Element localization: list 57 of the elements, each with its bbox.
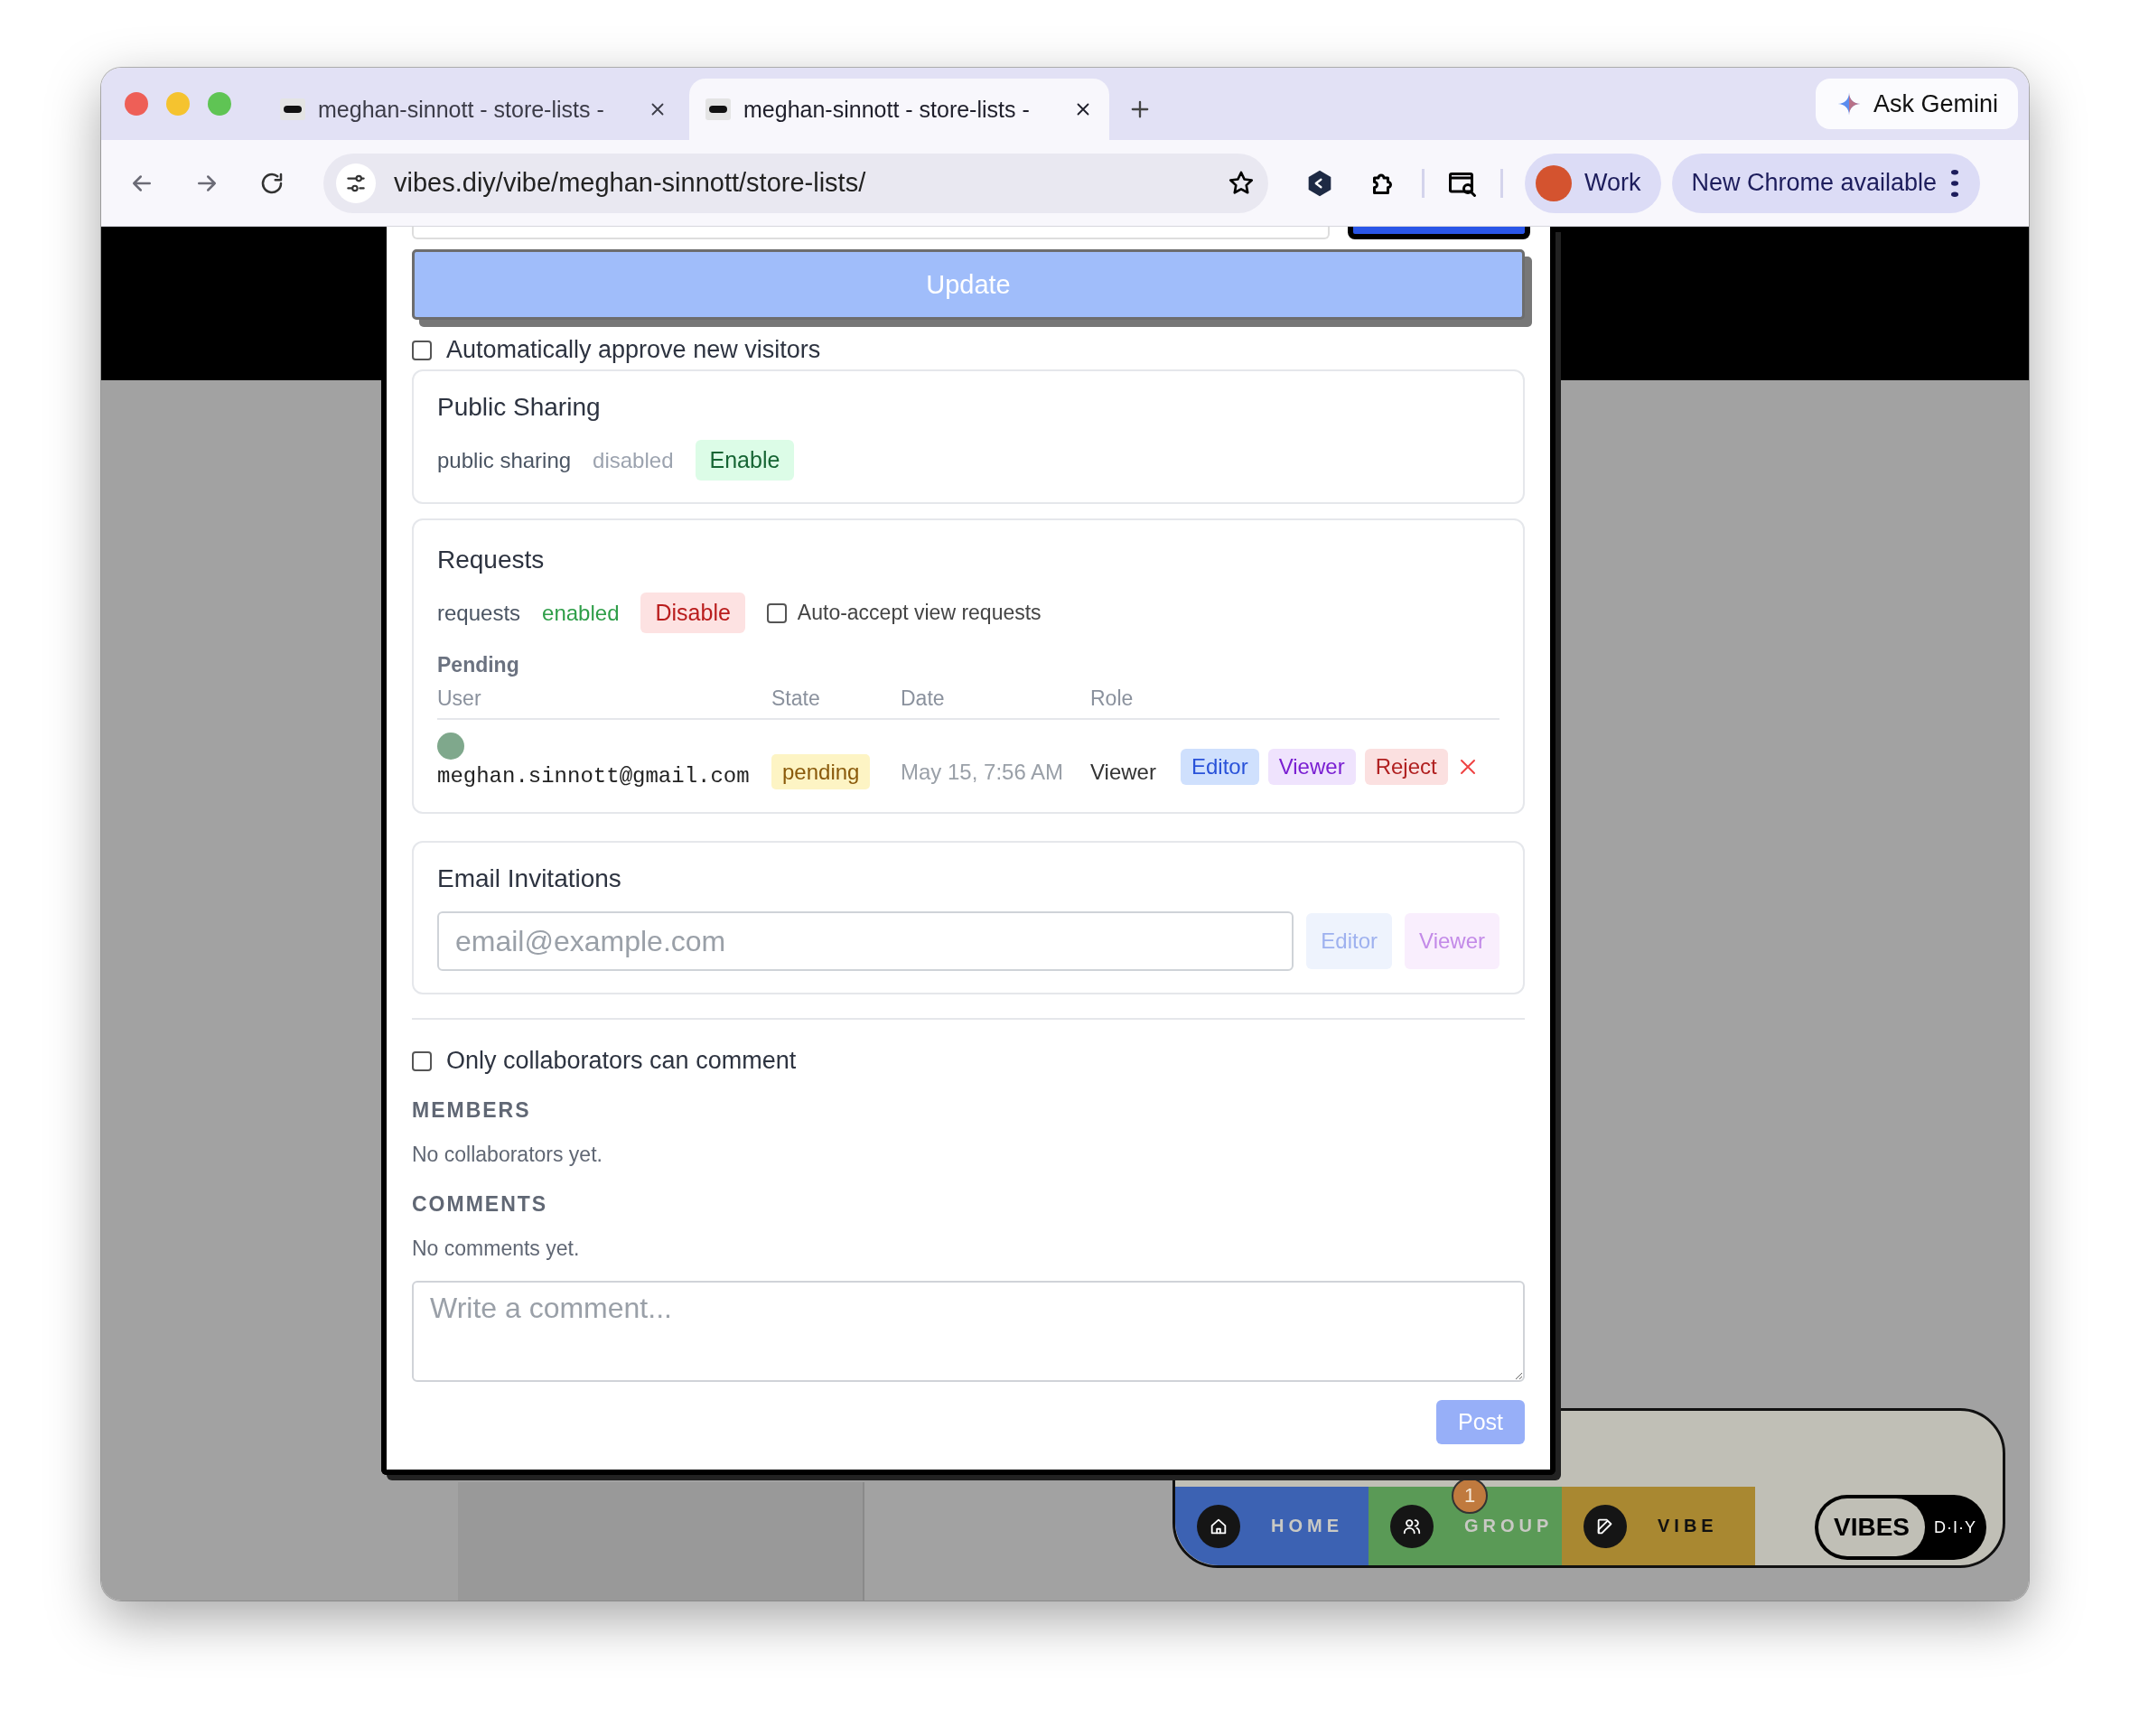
avatar-icon <box>1536 164 1572 201</box>
column-header: State <box>771 686 901 719</box>
home-icon <box>1197 1504 1240 1548</box>
checkbox-label: Auto-accept view requests <box>797 601 1042 625</box>
vibes-logo: VIBES D·I·Y <box>1815 1495 1986 1560</box>
browser-tab[interactable]: meghan-sinnott - store-lists - <box>264 79 684 140</box>
vibe-icon <box>1583 1504 1627 1548</box>
browser-tab[interactable]: meghan-sinnott - store-lists - <box>689 79 1109 140</box>
section-title: Email Invitations <box>437 864 622 893</box>
auto-approve-checkbox[interactable] <box>412 340 432 360</box>
enable-button[interactable]: Enable <box>695 440 795 481</box>
viewer-button[interactable]: Viewer <box>1267 749 1356 785</box>
setting-label: public sharing <box>437 447 572 473</box>
user-email: meghan.sinnott@gmail.com <box>437 764 750 789</box>
favicon-icon <box>705 98 731 120</box>
profile-button[interactable]: Work <box>1525 153 1661 213</box>
empty-message: No comments yet. <box>412 1237 581 1261</box>
group-icon <box>1390 1504 1434 1548</box>
checkbox-label: Only collaborators can comment <box>446 1047 797 1075</box>
column-header: User <box>437 686 771 719</box>
section-heading: MEMBERS <box>412 1098 532 1123</box>
nav-tab[interactable]: HOME <box>1175 1487 1369 1565</box>
reject-button[interactable]: Reject <box>1364 749 1448 785</box>
comment-input-field[interactable]: Write a comment... <box>412 1281 1525 1382</box>
empty-message: No collaborators yet. <box>412 1143 603 1167</box>
address-bar[interactable]: vibes.diy/vibe/meghan-sinnott/store-lists/ <box>323 153 1268 213</box>
disable-button[interactable]: Disable <box>640 593 745 633</box>
tab-title: meghan-sinnott - store-lists - <box>318 96 605 123</box>
editor-button[interactable]: Editor <box>1181 749 1259 785</box>
user-avatar-icon <box>437 733 464 760</box>
collaborators-only-checkbox[interactable] <box>412 1050 432 1071</box>
setting-label: requests <box>437 600 521 626</box>
table-cell: May 15, 7:56 AM <box>901 719 1090 789</box>
update-chrome-button[interactable]: New Chrome available <box>1671 153 1981 213</box>
email-input-field[interactable]: email@example.com <box>437 911 1294 971</box>
section-heading: COMMENTS <box>412 1192 549 1217</box>
subsection-title: Pending <box>437 653 520 677</box>
section-title: Requests <box>437 546 546 574</box>
more-icon[interactable] <box>1951 169 1959 197</box>
checkbox-label: Automatically approve new visitors <box>446 336 821 364</box>
state-badge: pending <box>771 754 871 789</box>
section-title: Public Sharing <box>437 393 602 422</box>
tab-title: meghan-sinnott - store-lists - <box>743 96 1031 123</box>
table-cell: Viewer <box>1090 719 1181 789</box>
close-window-button[interactable] <box>125 92 148 116</box>
ask-gemini-button[interactable]: Ask Gemini <box>1815 79 2018 129</box>
partial-input-field[interactable] <box>412 227 1330 239</box>
url-text: vibes.diy/vibe/meghan-sinnott/store-lists/ <box>394 168 867 198</box>
favicon-icon <box>280 98 305 120</box>
status-text: disabled <box>593 447 674 473</box>
nav-tab[interactable]: VIBE <box>1562 1487 1755 1565</box>
site-settings-icon[interactable] <box>336 163 376 203</box>
status-text: enabled <box>542 600 620 626</box>
auto-accept-checkbox[interactable] <box>766 602 787 623</box>
column-header: Role <box>1090 686 1181 719</box>
partial-button[interactable] <box>1348 227 1530 239</box>
column-header: Date <box>901 686 1090 719</box>
